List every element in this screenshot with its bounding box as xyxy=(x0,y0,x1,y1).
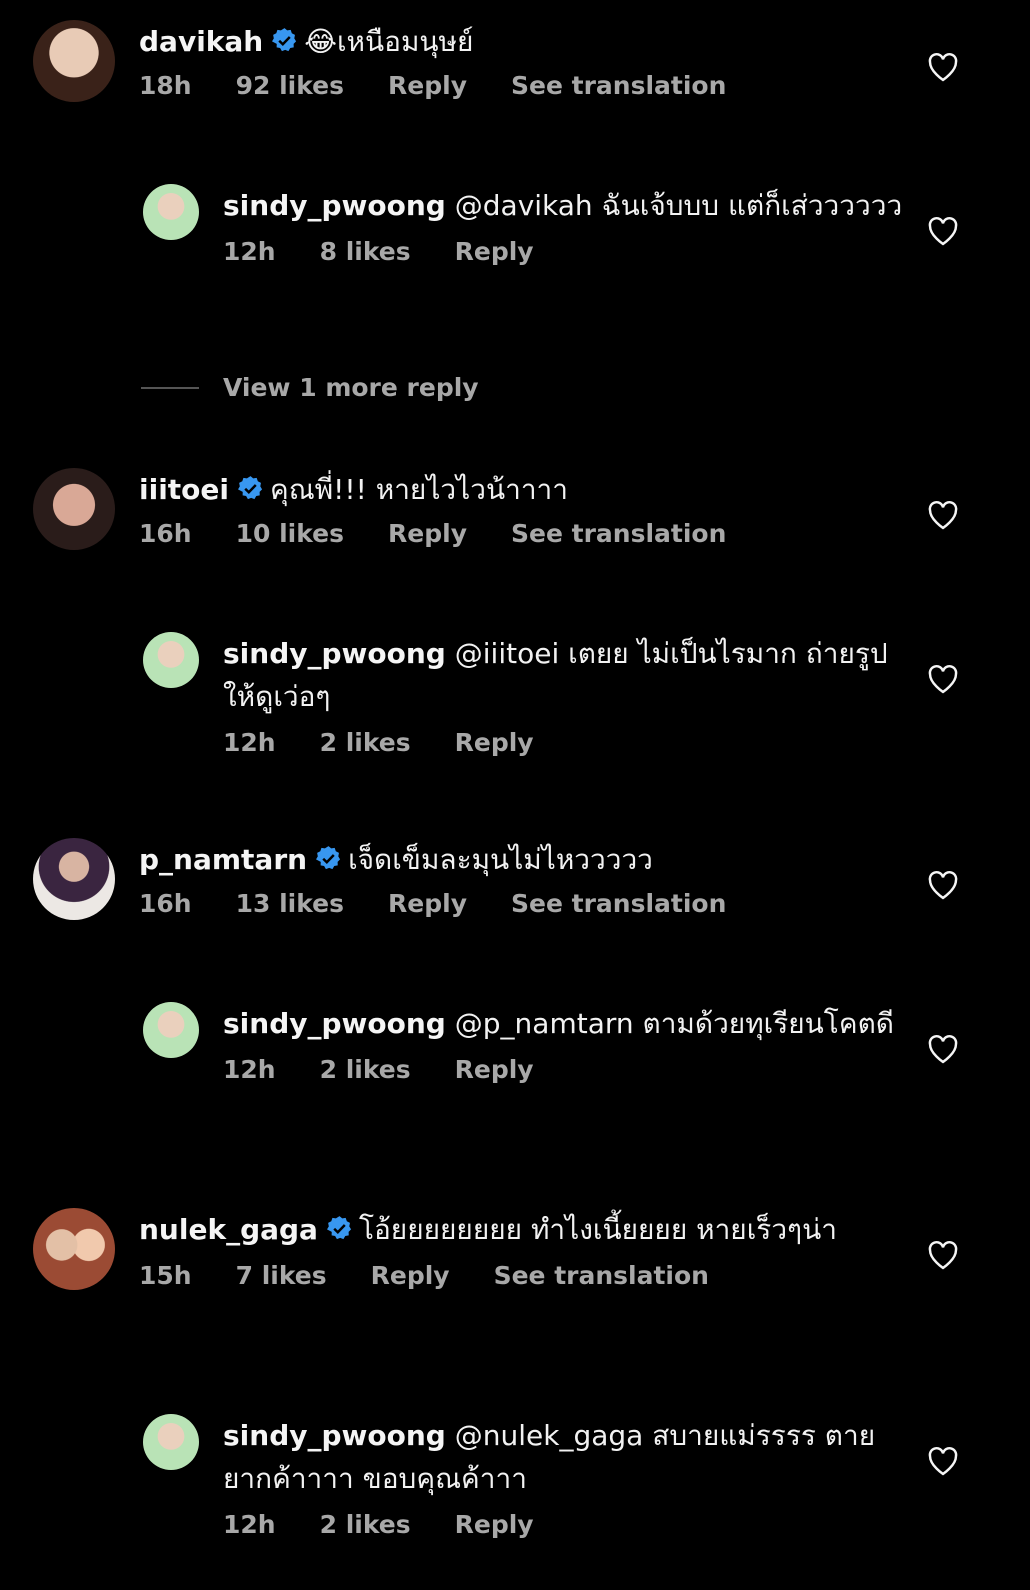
likes-count[interactable]: 7 likes xyxy=(236,1261,327,1290)
comment-body: @p_namtarn ตามด้วยทุเรียนโคตดี xyxy=(454,1007,894,1040)
username[interactable]: p_namtarn xyxy=(139,843,307,876)
verified-badge-icon xyxy=(272,28,297,52)
comment-text: nulek_gaga โอ้ยยยยยยยย ทำไงเนี้ยยยย หายเร… xyxy=(139,1208,910,1251)
heart-icon[interactable] xyxy=(926,1240,960,1270)
comment-meta: 16h 10 likes Reply See translation xyxy=(139,519,910,548)
username[interactable]: iiitoei xyxy=(139,473,229,506)
comments-feed: davikah 😂เหนือมนุษย์ 18h 92 likes Reply S… xyxy=(0,0,1030,1590)
heart-icon[interactable] xyxy=(926,1034,960,1064)
divider xyxy=(141,386,199,389)
likes-count[interactable]: 8 likes xyxy=(320,237,411,266)
avatar[interactable] xyxy=(143,184,199,240)
avatar[interactable] xyxy=(143,1414,199,1470)
username[interactable]: sindy_pwoong xyxy=(223,1419,446,1452)
comment-meta: 12h 2 likes Reply xyxy=(223,728,910,757)
comment-text: p_namtarn เจ็ดเข็มละมุนไม่ไหววววว xyxy=(139,838,910,881)
username[interactable]: davikah xyxy=(139,25,263,58)
timestamp: 12h xyxy=(223,1055,276,1084)
likes-count[interactable]: 13 likes xyxy=(236,889,344,918)
comment-body: เจ็ดเข็มละมุนไม่ไหววววว xyxy=(348,843,653,876)
reply-button[interactable]: Reply xyxy=(455,1055,534,1084)
username[interactable]: sindy_pwoong xyxy=(223,1007,446,1040)
avatar[interactable] xyxy=(33,838,115,920)
comment-text: davikah 😂เหนือมนุษย์ xyxy=(139,20,910,63)
heart-icon[interactable] xyxy=(926,500,960,530)
timestamp: 12h xyxy=(223,237,276,266)
verified-badge-icon xyxy=(238,476,263,500)
view-more-replies[interactable]: View 1 more reply xyxy=(141,373,479,402)
verified-badge-icon xyxy=(316,846,341,870)
reply-button[interactable]: Reply xyxy=(388,71,467,100)
username[interactable]: nulek_gaga xyxy=(139,1213,318,1246)
see-translation-button[interactable]: See translation xyxy=(511,519,726,548)
comment-meta: 15h 7 likes Reply See translation xyxy=(139,1261,910,1290)
verified-badge-icon xyxy=(326,1216,352,1240)
comment-meta: 18h 92 likes Reply See translation xyxy=(139,71,910,100)
comment-meta: 12h 2 likes Reply xyxy=(223,1055,910,1084)
heart-icon[interactable] xyxy=(926,870,960,900)
comment-meta: 16h 13 likes Reply See translation xyxy=(139,889,910,918)
likes-count[interactable]: 92 likes xyxy=(236,71,344,100)
avatar[interactable] xyxy=(33,1208,115,1290)
heart-icon[interactable] xyxy=(926,52,960,82)
username[interactable]: sindy_pwoong xyxy=(223,189,446,222)
heart-icon[interactable] xyxy=(926,216,960,246)
comment-meta: 12h 2 likes Reply xyxy=(223,1510,910,1539)
comment-text: sindy_pwoong @p_namtarn ตามด้วยทุเรียนโค… xyxy=(223,1002,910,1045)
likes-count[interactable]: 2 likes xyxy=(320,1055,411,1084)
comment-body: คุณพี่!!! หายไวไวน้าาาา xyxy=(270,473,568,506)
likes-count[interactable]: 2 likes xyxy=(320,728,411,757)
reply-button[interactable]: Reply xyxy=(388,519,467,548)
comment-text: sindy_pwoong @iiitoei เตยย ไม่เป็นไรมาก … xyxy=(223,632,910,718)
heart-icon[interactable] xyxy=(926,664,960,694)
see-translation-button[interactable]: See translation xyxy=(494,1261,709,1290)
comment-body: โอ้ยยยยยยยย ทำไงเนี้ยยยย หายเร็วๆน่า xyxy=(358,1213,837,1246)
reply-button[interactable]: Reply xyxy=(388,889,467,918)
likes-count[interactable]: 2 likes xyxy=(320,1510,411,1539)
avatar[interactable] xyxy=(33,20,115,102)
view-more-label[interactable]: View 1 more reply xyxy=(223,373,479,402)
likes-count[interactable]: 10 likes xyxy=(236,519,344,548)
comment-text: iiitoei คุณพี่!!! หายไวไวน้าาาา xyxy=(139,468,910,511)
timestamp: 15h xyxy=(139,1261,192,1290)
avatar[interactable] xyxy=(143,632,199,688)
comment-body: 😂เหนือมนุษย์ xyxy=(304,25,474,58)
see-translation-button[interactable]: See translation xyxy=(511,889,726,918)
comment-meta: 12h 8 likes Reply xyxy=(223,237,910,266)
reply-button[interactable]: Reply xyxy=(455,237,534,266)
timestamp: 12h xyxy=(223,728,276,757)
heart-icon[interactable] xyxy=(926,1446,960,1476)
timestamp: 18h xyxy=(139,71,192,100)
reply-button[interactable]: Reply xyxy=(455,1510,534,1539)
avatar[interactable] xyxy=(143,1002,199,1058)
username[interactable]: sindy_pwoong xyxy=(223,637,446,670)
comment-text: sindy_pwoong @davikah ฉันเจ้บบบ แต่ก็เส่… xyxy=(223,184,910,227)
reply-button[interactable]: Reply xyxy=(455,728,534,757)
comment-body: @davikah ฉันเจ้บบบ แต่ก็เส่วววววว xyxy=(454,189,903,222)
timestamp: 16h xyxy=(139,889,192,918)
see-translation-button[interactable]: See translation xyxy=(511,71,726,100)
reply-button[interactable]: Reply xyxy=(371,1261,450,1290)
avatar[interactable] xyxy=(33,468,115,550)
timestamp: 16h xyxy=(139,519,192,548)
timestamp: 12h xyxy=(223,1510,276,1539)
comment-text: sindy_pwoong @nulek_gaga สบายแม่รรรร ตาย… xyxy=(223,1414,910,1500)
